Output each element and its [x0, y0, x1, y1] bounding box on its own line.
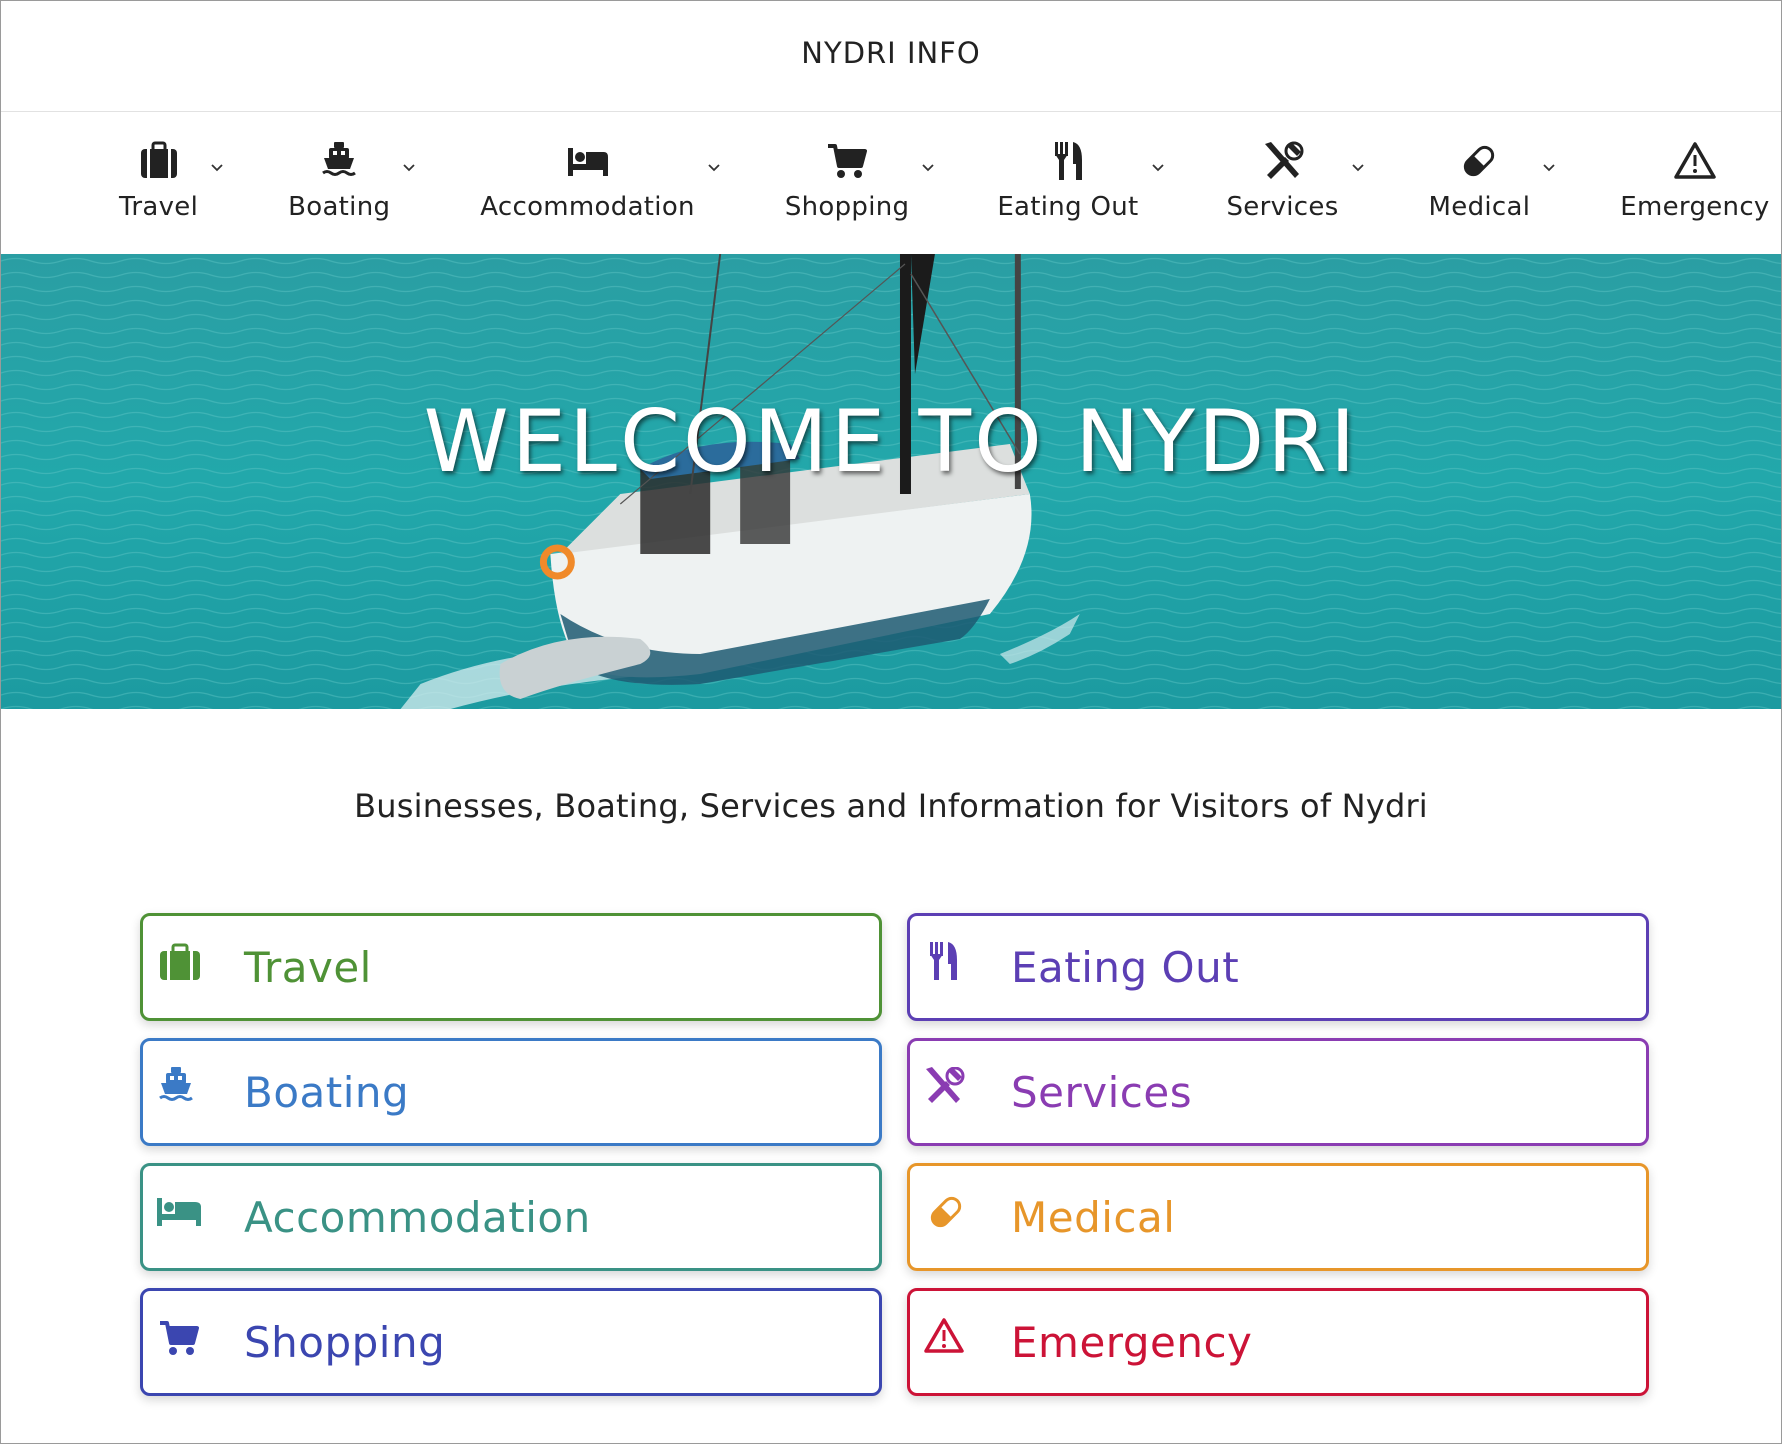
chevron-down-icon[interactable]	[1542, 160, 1556, 174]
category-label: Services	[1011, 1067, 1193, 1117]
category-card-eating-out[interactable]: Eating Out	[907, 913, 1649, 1021]
chevron-down-icon[interactable]	[402, 160, 416, 174]
nav-label-accommodation: Accommodation	[480, 192, 695, 222]
category-label: Travel	[244, 942, 372, 992]
utensils-icon	[924, 942, 970, 984]
bed-icon	[157, 1192, 203, 1234]
nav-item-travel[interactable]: Travel	[119, 112, 223, 222]
nav-label-emergency: Emergency	[1620, 192, 1770, 222]
nav-item-eating-out[interactable]: Eating Out	[997, 112, 1164, 222]
cart-icon	[157, 1317, 203, 1359]
category-card-emergency[interactable]: Emergency	[907, 1288, 1649, 1396]
category-grid: Travel Eating Out Boating Services Accom…	[140, 913, 1649, 1396]
ship-icon	[157, 1067, 203, 1109]
category-card-travel[interactable]: Travel	[140, 913, 882, 1021]
category-label: Medical	[1011, 1192, 1176, 1242]
site-title[interactable]: NYDRI INFO	[801, 36, 980, 70]
main-nav: Travel Boating Accommodation Shopping Ea…	[1, 112, 1781, 254]
chevron-down-icon[interactable]	[1351, 160, 1365, 174]
ship-icon	[317, 140, 361, 182]
tools-icon	[924, 1067, 970, 1109]
tools-icon	[1261, 140, 1305, 182]
nav-item-medical[interactable]: Medical	[1428, 112, 1555, 222]
chevron-down-icon[interactable]	[1151, 160, 1165, 174]
nav-label-shopping: Shopping	[784, 192, 910, 222]
nav-label-medical: Medical	[1428, 192, 1531, 222]
warning-icon	[1673, 140, 1717, 182]
category-card-services[interactable]: Services	[907, 1038, 1649, 1146]
nav-item-services[interactable]: Services	[1226, 112, 1364, 222]
nav-item-boating[interactable]: Boating	[288, 112, 415, 222]
cart-icon	[825, 140, 869, 182]
category-label: Eating Out	[1011, 942, 1240, 992]
chevron-down-icon[interactable]	[210, 160, 224, 174]
hero-title: WELCOME TO NYDRI	[423, 392, 1359, 492]
nav-item-accommodation[interactable]: Accommodation	[480, 112, 720, 222]
nav-item-shopping[interactable]: Shopping	[784, 112, 934, 222]
suitcase-icon	[137, 140, 181, 182]
bed-icon	[566, 140, 610, 182]
suitcase-icon	[157, 942, 203, 984]
category-label: Shopping	[244, 1317, 446, 1367]
hero-banner: WELCOME TO NYDRI	[1, 254, 1781, 709]
chevron-down-icon[interactable]	[707, 160, 721, 174]
tagline: Businesses, Boating, Services and Inform…	[354, 787, 1428, 825]
nav-label-eating-out: Eating Out	[997, 192, 1139, 222]
category-label: Emergency	[1011, 1317, 1253, 1367]
warning-icon	[924, 1317, 970, 1359]
chevron-down-icon[interactable]	[921, 160, 935, 174]
category-card-accommodation[interactable]: Accommodation	[140, 1163, 882, 1271]
nav-item-emergency[interactable]: Emergency	[1620, 112, 1769, 222]
nav-label-services: Services	[1226, 192, 1339, 222]
category-card-shopping[interactable]: Shopping	[140, 1288, 882, 1396]
utensils-icon	[1046, 140, 1090, 182]
page: NYDRI INFO Travel Boating Accommodation	[0, 0, 1782, 1444]
site-header: NYDRI INFO	[1, 1, 1781, 112]
category-label: Accommodation	[244, 1192, 591, 1242]
pill-icon	[1457, 140, 1501, 182]
nav-label-boating: Boating	[288, 192, 391, 222]
category-label: Boating	[244, 1067, 410, 1117]
category-card-medical[interactable]: Medical	[907, 1163, 1649, 1271]
nav-label-travel: Travel	[119, 192, 199, 222]
category-card-boating[interactable]: Boating	[140, 1038, 882, 1146]
pill-icon	[924, 1192, 970, 1234]
